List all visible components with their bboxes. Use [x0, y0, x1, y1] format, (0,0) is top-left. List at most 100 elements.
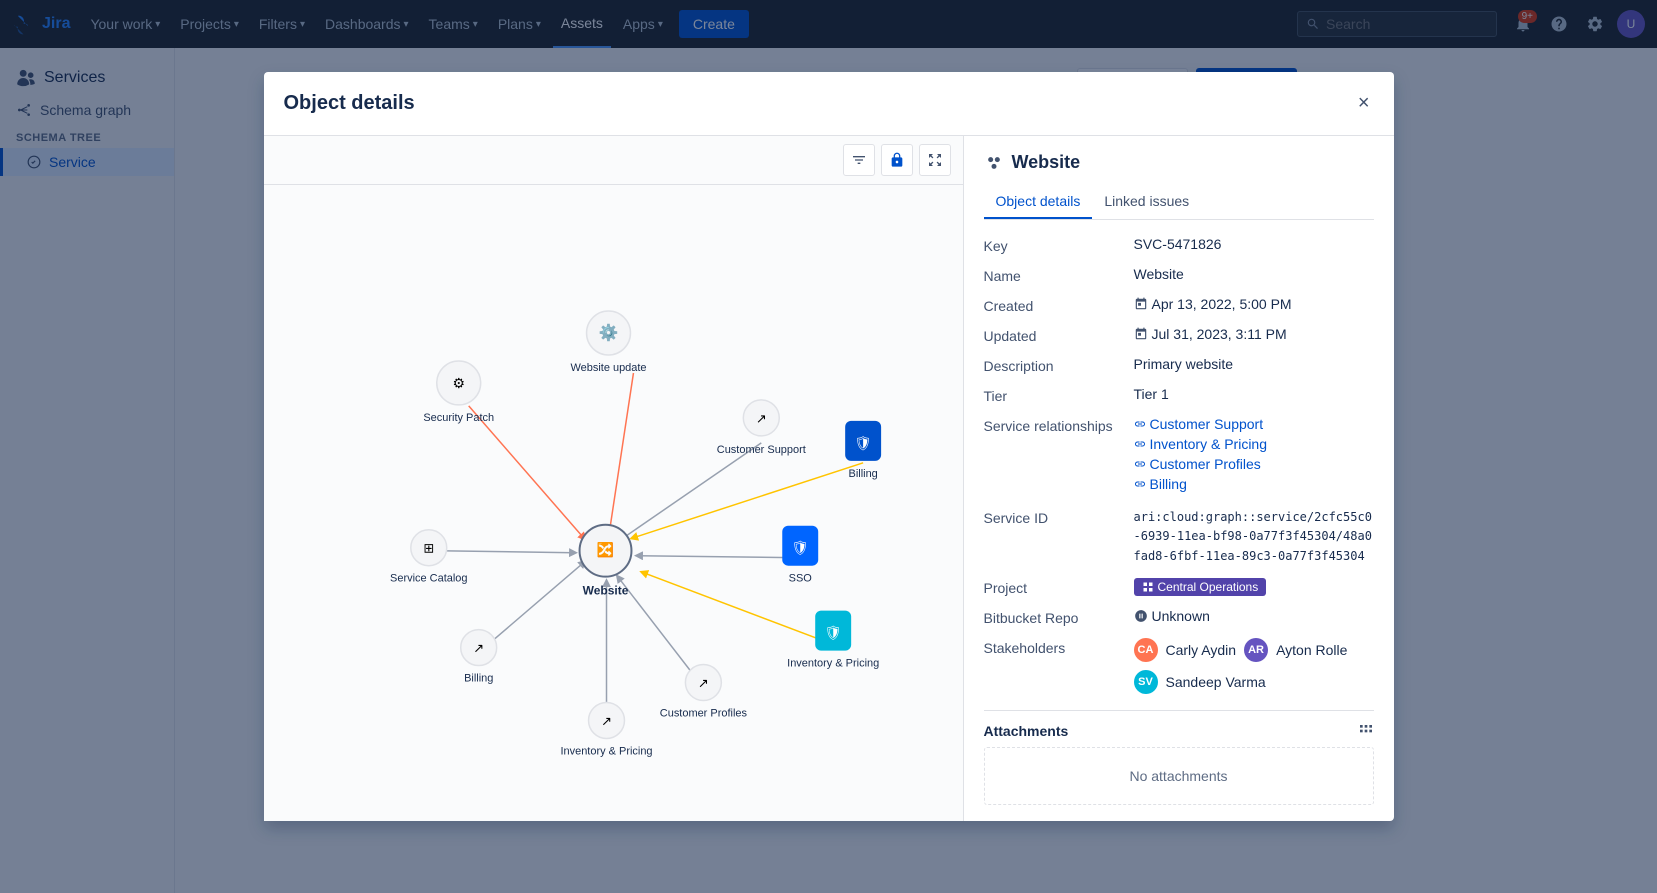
svg-text:Billing: Billing [464, 673, 493, 685]
bitbucket-value: Unknown [1134, 608, 1374, 626]
project-icon [1142, 581, 1154, 593]
object-title-icon [984, 153, 1004, 173]
stakeholders-value: CA Carly Aydin AR Ayton Rolle SV Sandeep… [1134, 638, 1374, 694]
object-details-modal: Object details × [264, 72, 1394, 821]
field-service-relationships: Service relationships Customer Support I… [984, 416, 1374, 496]
svg-text:🛡: 🛡 [791, 540, 809, 556]
details-tabs: Object details Linked issues [984, 185, 1374, 220]
stakeholder-name-sandeep: Sandeep Varma [1166, 674, 1266, 690]
service-id-label: Service ID [984, 508, 1134, 526]
relationship-inventory-pricing[interactable]: Inventory & Pricing [1134, 436, 1374, 452]
attachments-title: Attachments [984, 723, 1069, 739]
no-attachments: No attachments [984, 747, 1374, 805]
description-label: Description [984, 356, 1134, 374]
svg-text:🔀: 🔀 [596, 542, 613, 559]
service-relationships-label: Service relationships [984, 416, 1134, 434]
graph-expand-button[interactable] [919, 144, 951, 176]
node-website-update[interactable]: ⚙️ Website update [570, 311, 646, 374]
attachments-section: Attachments No attachments [984, 710, 1374, 805]
attachments-grid-icon [1358, 723, 1374, 739]
created-label: Created [984, 296, 1134, 314]
svg-text:↗: ↗ [473, 641, 484, 656]
tab-linked-issues[interactable]: Linked issues [1092, 185, 1201, 219]
graph-canvas[interactable]: ⚙️ Website update ⚙ Security Patch [264, 185, 963, 821]
relationship-customer-support[interactable]: Customer Support [1134, 416, 1374, 432]
stakeholder-avatar-carly: CA [1134, 638, 1158, 662]
node-inventory-pricing-bottom[interactable]: ↗ Inventory & Pricing [560, 703, 652, 758]
relationship-customer-profiles[interactable]: Customer Profiles [1134, 456, 1374, 472]
graph-filter-button[interactable] [843, 144, 875, 176]
modal-overlay: Object details × [0, 0, 1657, 893]
field-service-id: Service ID ari:cloud:graph::service/2cfc… [984, 508, 1374, 566]
key-label: Key [984, 236, 1134, 254]
field-stakeholders: Stakeholders CA Carly Aydin AR Ayton Rol… [984, 638, 1374, 694]
bitbucket-icon [1134, 609, 1148, 623]
graph-panel: ⚙️ Website update ⚙ Security Patch [264, 136, 964, 821]
svg-text:Website: Website [582, 584, 628, 598]
svg-text:Customer Profiles: Customer Profiles [659, 708, 747, 720]
link-icon [1134, 418, 1146, 430]
field-name: Name Website [984, 266, 1374, 284]
field-bitbucket: Bitbucket Repo Unknown [984, 608, 1374, 626]
svg-text:Service Catalog: Service Catalog [390, 573, 467, 585]
object-title-row: Website [984, 152, 1374, 173]
calendar-icon [1134, 297, 1148, 311]
modal-close-button[interactable]: × [1354, 88, 1374, 119]
svg-text:🛡: 🛡 [824, 625, 842, 641]
node-service-catalog[interactable]: ⊞ Service Catalog [390, 530, 467, 585]
node-website[interactable]: 🔀 Website [579, 525, 631, 598]
attachments-header: Attachments [984, 723, 1374, 739]
node-customer-support[interactable]: ↗ Customer Support [716, 400, 805, 456]
node-billing-top[interactable]: 🛡 Billing [845, 421, 881, 480]
updated-label: Updated [984, 326, 1134, 344]
stakeholder-avatar-sandeep: SV [1134, 670, 1158, 694]
modal-header: Object details × [264, 72, 1394, 136]
link-icon3 [1134, 458, 1146, 470]
field-key: Key SVC-5471826 [984, 236, 1374, 254]
svg-text:↗: ↗ [697, 676, 708, 691]
stakeholder-name-ayton: Ayton Rolle [1276, 642, 1347, 658]
details-panel: Website Object details Linked issues Key… [964, 136, 1394, 821]
calendar-icon2 [1134, 327, 1148, 341]
link-icon2 [1134, 438, 1146, 450]
project-tag: Central Operations [1134, 578, 1267, 596]
stakeholder-avatar-ayton: AR [1244, 638, 1268, 662]
field-created: Created Apr 13, 2022, 5:00 PM [984, 296, 1374, 314]
node-billing-left[interactable]: ↗ Billing [460, 630, 496, 685]
modal-title: Object details [284, 92, 415, 115]
project-value: Central Operations [1134, 578, 1374, 596]
service-relationships-value: Customer Support Inventory & Pricing Cus… [1134, 416, 1374, 496]
svg-text:⚙: ⚙ [452, 375, 465, 391]
tier-label: Tier [984, 386, 1134, 404]
tier-value: Tier 1 [1134, 386, 1374, 402]
updated-value: Jul 31, 2023, 3:11 PM [1134, 326, 1374, 344]
svg-text:Website update: Website update [570, 362, 646, 374]
node-security-patch[interactable]: ⚙ Security Patch [423, 361, 494, 424]
svg-text:SSO: SSO [788, 573, 811, 585]
svg-text:Customer Support: Customer Support [716, 444, 805, 456]
tab-object-details[interactable]: Object details [984, 185, 1093, 219]
svg-text:Billing: Billing [848, 468, 877, 480]
field-updated: Updated Jul 31, 2023, 3:11 PM [984, 326, 1374, 344]
key-value: SVC-5471826 [1134, 236, 1374, 252]
description-value: Primary website [1134, 356, 1374, 372]
stakeholders-label: Stakeholders [984, 638, 1134, 656]
node-inventory-pricing-right[interactable]: 🛡 Inventory & Pricing [787, 611, 879, 670]
graph-lock-button[interactable] [881, 144, 913, 176]
graph-svg: ⚙️ Website update ⚙ Security Patch [264, 185, 963, 821]
svg-text:↗: ↗ [601, 714, 612, 729]
field-tier: Tier Tier 1 [984, 386, 1374, 404]
field-description: Description Primary website [984, 356, 1374, 374]
created-value: Apr 13, 2022, 5:00 PM [1134, 296, 1374, 314]
svg-text:Inventory & Pricing: Inventory & Pricing [787, 658, 879, 670]
graph-toolbar [264, 136, 963, 185]
node-sso[interactable]: 🛡 SSO [782, 526, 818, 585]
svg-text:⚙️: ⚙️ [598, 323, 618, 342]
node-customer-profiles[interactable]: ↗ Customer Profiles [659, 665, 747, 720]
svg-text:Security Patch: Security Patch [423, 412, 494, 424]
svg-text:↗: ↗ [755, 411, 766, 426]
svg-text:Inventory & Pricing: Inventory & Pricing [560, 746, 652, 758]
relationship-billing[interactable]: Billing [1134, 476, 1374, 492]
link-icon4 [1134, 478, 1146, 490]
stakeholder-name-carly: Carly Aydin [1166, 642, 1237, 658]
